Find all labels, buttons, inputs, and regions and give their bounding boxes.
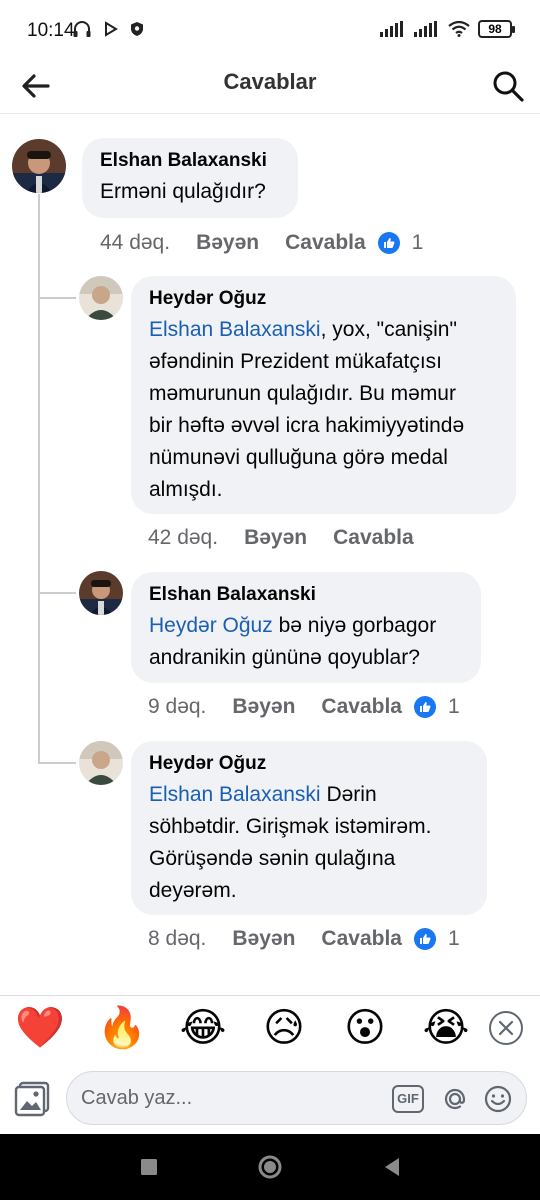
search-icon[interactable] (488, 66, 528, 106)
comment-text-line: söhbətdir. Girişmək istəmirəm. (149, 815, 432, 838)
comment-text-line: , yox, "canişin" (320, 318, 457, 341)
comment-time[interactable]: 42 dəq. (148, 526, 218, 550)
close-emoji-bar-icon[interactable] (489, 1011, 523, 1045)
home-circle-icon[interactable] (255, 1152, 285, 1182)
mention-link[interactable]: Heydər Oğuz (149, 614, 273, 637)
emoji-bar-divider (0, 995, 540, 996)
crying-emoji[interactable]: 😭 (421, 1003, 471, 1053)
reaction-count[interactable]: 1 (412, 231, 424, 255)
status-left-icons (72, 20, 144, 38)
fire-emoji[interactable]: 🔥 (97, 1003, 147, 1053)
thread-line-branch-2 (38, 592, 76, 594)
signal-icon (380, 21, 403, 37)
comment-text-line: deyərəm. (149, 879, 237, 902)
comment-meta: 9 dəq. Bəyən Cavabla 1 (148, 695, 460, 719)
mention-link[interactable]: Elshan Balaxanski (149, 318, 321, 341)
emoji-bar: ❤️ 🔥 😂 😥 😮 😭 (0, 1003, 540, 1059)
comment-meta: 8 dəq. Bəyən Cavabla 1 (148, 927, 460, 951)
like-button[interactable]: Bəyən (244, 526, 307, 550)
status-right-icons: 98 (380, 20, 515, 38)
mention-icon[interactable] (440, 1084, 470, 1114)
comment-text-line: əfəndinin Prezident mükafatçısı (149, 350, 442, 373)
reply-button[interactable]: Cavabla (321, 695, 402, 719)
headphones-icon (73, 21, 91, 37)
wifi-icon (448, 21, 470, 37)
comment-text-line: andranikin gününə qoyublar? (149, 646, 420, 669)
comment-text: Elshan Balaxanski Dərin söhbətdir. Giriş… (149, 779, 469, 907)
comment-bubble: Heydər Oğuz Elshan Balaxanski, yox, "can… (131, 276, 516, 514)
comment-text-line: məmurunun qulağıdır. Bu məmur (149, 382, 456, 405)
comment-author[interactable]: Heydər Oğuz (149, 288, 498, 310)
reply-composer: GIF (0, 1066, 540, 1132)
header-divider (0, 113, 540, 114)
comment-time[interactable]: 44 dəq. (100, 231, 170, 255)
thread-line-vertical (38, 194, 40, 764)
battery-indicator: 98 (478, 20, 515, 38)
thread-line-branch-1 (38, 297, 76, 299)
surprised-emoji[interactable]: 😮 (340, 1003, 390, 1053)
back-triangle-icon[interactable] (377, 1152, 407, 1182)
comment-bubble: Heydər Oğuz Elshan Balaxanski Dərin söhb… (131, 741, 487, 915)
comment-text: Erməni qulağıdır? (100, 180, 266, 203)
comment-time[interactable]: 8 dəq. (148, 927, 206, 951)
comment-text-line: bir həftə əvvəl icra hakimiyyətində (149, 414, 465, 437)
comment-text-line: bə niyə gorbagor (272, 614, 437, 637)
status-bar: 10:14 98 (0, 0, 540, 62)
system-nav-bar (0, 1134, 540, 1200)
play-store-icon (105, 21, 118, 37)
header: Cavablar (0, 62, 540, 112)
comment-time[interactable]: 9 dəq. (148, 695, 206, 719)
avatar[interactable] (79, 741, 123, 785)
reply-button[interactable]: Cavabla (285, 231, 366, 255)
comment-text-line: Dərin (320, 783, 377, 806)
shield-icon (131, 22, 143, 36)
comment-input[interactable] (81, 1080, 381, 1116)
like-button[interactable]: Bəyən (232, 695, 295, 719)
reply-button[interactable]: Cavabla (321, 927, 402, 951)
like-button[interactable]: Bəyən (196, 231, 259, 255)
status-time: 10:14 (27, 20, 75, 41)
like-reaction-icon[interactable] (413, 696, 436, 718)
comment-text: Elshan Balaxanski, yox, "canişin" əfəndi… (149, 314, 498, 506)
emoji-picker-icon[interactable] (483, 1084, 513, 1114)
comment-text-line: Görüşəndə sənin qulağına (149, 847, 396, 870)
comment-text-line: almışdı. (149, 478, 223, 501)
comment-bubble: Elshan Balaxanski Heydər Oğuz bə niyə go… (131, 572, 481, 683)
heart-emoji[interactable]: ❤️ (15, 1003, 65, 1053)
comment-meta: 42 dəq. Bəyən Cavabla (148, 526, 426, 550)
reply-button[interactable]: Cavabla (333, 526, 414, 550)
avatar[interactable] (12, 139, 66, 193)
comment-author[interactable]: Elshan Balaxanski (149, 584, 463, 606)
like-reaction-icon[interactable] (377, 232, 400, 254)
sad-emoji[interactable]: 😥 (259, 1003, 309, 1053)
like-reaction-icon[interactable] (413, 928, 436, 950)
avatar[interactable] (79, 276, 123, 320)
comment-bubble: Elshan Balaxanski Erməni qulağıdır? (82, 138, 298, 218)
recents-square-icon[interactable] (134, 1152, 164, 1182)
avatar[interactable] (79, 571, 123, 615)
page-title: Cavablar (223, 69, 317, 94)
mention-link[interactable]: Elshan Balaxanski (149, 783, 321, 806)
comment-input-wrapper: GIF (66, 1071, 527, 1125)
reaction-count[interactable]: 1 (448, 927, 460, 951)
photo-icon[interactable] (14, 1080, 52, 1118)
comment-author[interactable]: Heydər Oğuz (149, 753, 469, 775)
comment-text: Heydər Oğuz bə niyə gorbagor andranikin … (149, 610, 463, 674)
comment-meta: 44 dəq. Bəyən Cavabla 1 (100, 231, 423, 255)
thread-line-branch-3 (38, 762, 76, 764)
laughing-emoji[interactable]: 😂 (178, 1003, 228, 1053)
comment-text-line: nümunəvi qulluğuna görə medal (149, 446, 448, 469)
signal-icon-2 (414, 21, 437, 37)
like-button[interactable]: Bəyən (232, 927, 295, 951)
gif-button[interactable]: GIF (392, 1085, 424, 1113)
reaction-count[interactable]: 1 (448, 695, 460, 719)
comment-author[interactable]: Elshan Balaxanski (100, 150, 280, 172)
